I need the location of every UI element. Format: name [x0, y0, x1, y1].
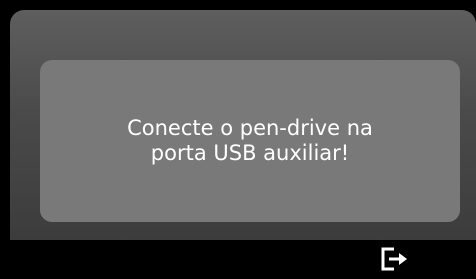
exit-icon [381, 247, 407, 271]
bottom-bar [0, 240, 476, 279]
message-text: Conecte o pen-drive na porta USB auxilia… [127, 116, 373, 165]
device-screen: Conecte o pen-drive na porta USB auxilia… [0, 0, 476, 279]
content-panel: Conecte o pen-drive na porta USB auxilia… [10, 10, 476, 240]
message-box: Conecte o pen-drive na porta USB auxilia… [40, 60, 460, 222]
exit-button[interactable] [378, 242, 412, 276]
